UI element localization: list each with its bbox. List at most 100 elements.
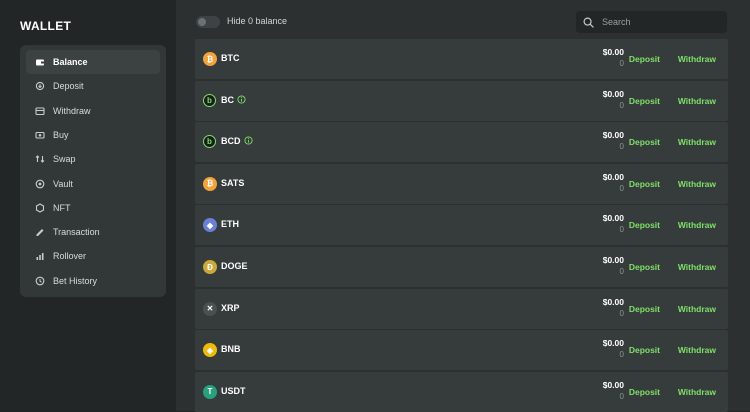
deposit-button[interactable]: Deposit bbox=[629, 304, 660, 314]
info-icon[interactable] bbox=[237, 95, 246, 104]
coin-row-usdt: T USDT $0.00 0 Deposit Withdraw bbox=[195, 371, 728, 412]
coin-amount: 0 bbox=[619, 59, 624, 68]
coin-amount: 0 bbox=[619, 350, 624, 360]
coin-usd-value: $0.00 bbox=[602, 213, 624, 224]
xrp-coin-icon: ✕ bbox=[203, 301, 217, 316]
deposit-button[interactable]: Deposit bbox=[629, 345, 660, 355]
coin-row-bc: b BC $0.00 0 Deposit Withdraw bbox=[195, 80, 728, 121]
sidebar-item-label: Withdraw bbox=[53, 105, 91, 116]
buy-icon bbox=[35, 130, 45, 140]
coin-row-bnb: ◈ BNB $0.00 0 Deposit Withdraw bbox=[195, 330, 728, 371]
balance-panel: Hide 0 balance ₿BTC$0.000DepositWithdraw… bbox=[176, 0, 750, 412]
coin-row-doge: Đ DOGE $0.00 0 Deposit Withdraw bbox=[195, 247, 728, 287]
sidebar-item-buy[interactable]: Buy bbox=[26, 123, 160, 147]
withdraw-button[interactable]: Withdraw bbox=[678, 179, 716, 189]
transaction-icon bbox=[35, 227, 45, 237]
btc-coin-icon: ₿ bbox=[203, 52, 217, 66]
coin-symbol: ETH bbox=[221, 219, 239, 230]
coin-usd-value: $0.00 bbox=[602, 88, 624, 99]
coin-amount: 0 bbox=[619, 391, 624, 401]
sidebar-item-balance[interactable]: Balance bbox=[26, 50, 160, 74]
withdraw-button[interactable]: Withdraw bbox=[678, 54, 716, 64]
withdraw-icon bbox=[35, 106, 45, 116]
coin-usd-value: $0.00 bbox=[602, 296, 624, 307]
bc-coin-icon: b bbox=[203, 93, 216, 107]
deposit-button[interactable]: Deposit bbox=[629, 220, 660, 230]
coin-row-eth: ◆ ETH $0.00 0 Deposit Withdraw bbox=[195, 205, 728, 246]
swap-icon bbox=[35, 154, 45, 164]
deposit-button[interactable]: Deposit bbox=[629, 179, 660, 189]
deposit-button[interactable]: Deposit bbox=[629, 96, 660, 106]
coin-symbol: BCD bbox=[221, 136, 241, 147]
coin-usd-value: $0.00 bbox=[602, 255, 624, 265]
rollover-icon bbox=[35, 251, 45, 261]
hide-zero-balance-label: Hide 0 balance bbox=[227, 16, 288, 26]
coin-symbol: BTC bbox=[221, 53, 240, 63]
withdraw-button[interactable]: Withdraw bbox=[678, 387, 716, 397]
coin-usd-value: $0.00 bbox=[602, 338, 624, 349]
coin-row-sats: ₿ SATS $0.00 0 Deposit Withdraw bbox=[195, 163, 728, 204]
sidebar-item-vault[interactable]: Vault bbox=[26, 172, 160, 196]
vault-icon bbox=[35, 179, 45, 189]
sidebar-item-withdraw[interactable]: Withdraw bbox=[26, 99, 160, 123]
sats-coin-icon: ₿ bbox=[203, 176, 217, 191]
coin-usd-value: $0.00 bbox=[602, 47, 624, 57]
coin-symbol: BC bbox=[221, 94, 234, 105]
sidebar-item-label: NFT bbox=[53, 202, 71, 213]
coin-usd-value: $0.00 bbox=[602, 130, 624, 141]
withdraw-button[interactable]: Withdraw bbox=[678, 262, 716, 272]
coin-symbol: XRP bbox=[221, 302, 240, 313]
search-input[interactable] bbox=[600, 16, 724, 28]
withdraw-button[interactable]: Withdraw bbox=[678, 345, 716, 355]
coin-symbol: USDT bbox=[221, 385, 246, 396]
toggle-knob bbox=[198, 18, 206, 26]
coin-row-xrp: ✕ XRP $0.00 0 Deposit Withdraw bbox=[195, 288, 728, 329]
coin-amount: 0 bbox=[619, 183, 624, 193]
sidebar-item-deposit[interactable]: Deposit bbox=[26, 74, 160, 98]
coin-usd-value: $0.00 bbox=[602, 379, 624, 390]
bet-history-icon bbox=[35, 276, 45, 286]
info-icon[interactable] bbox=[244, 136, 253, 145]
hide-zero-balance-toggle[interactable] bbox=[196, 16, 220, 28]
sidebar-item-label: Balance bbox=[53, 57, 88, 67]
sidebar-item-label: Transaction bbox=[53, 227, 100, 238]
sidebar-item-swap[interactable]: Swap bbox=[26, 147, 160, 171]
deposit-icon bbox=[35, 81, 45, 91]
sidebar-item-transaction[interactable]: Transaction bbox=[26, 220, 160, 244]
withdraw-button[interactable]: Withdraw bbox=[678, 137, 716, 147]
usdt-coin-icon: T bbox=[203, 384, 217, 399]
coin-symbol: DOGE bbox=[221, 261, 248, 271]
bcd-coin-icon: b bbox=[203, 135, 216, 149]
wallet-icon bbox=[35, 57, 45, 67]
search-box[interactable] bbox=[576, 11, 727, 33]
sidebar-item-label: Buy bbox=[53, 129, 69, 140]
sidebar-item-nft[interactable]: NFT bbox=[26, 196, 160, 220]
nft-icon bbox=[35, 203, 45, 213]
coin-symbol: BNB bbox=[221, 344, 241, 355]
wallet-title: WALLET bbox=[20, 19, 72, 33]
withdraw-button[interactable]: Withdraw bbox=[678, 220, 716, 230]
withdraw-button[interactable]: Withdraw bbox=[678, 96, 716, 106]
withdraw-button[interactable]: Withdraw bbox=[678, 304, 716, 314]
sidebar-item-label: Deposit bbox=[53, 81, 84, 92]
doge-coin-icon: Đ bbox=[203, 260, 217, 274]
coin-amount: 0 bbox=[619, 142, 624, 152]
sidebar-item-label: Swap bbox=[53, 154, 76, 165]
sidebar-item-bet-history[interactable]: Bet History bbox=[26, 269, 160, 293]
sidebar-item-label: Rollover bbox=[53, 251, 87, 262]
eth-coin-icon: ◆ bbox=[203, 218, 217, 233]
sidebar-item-label: Bet History bbox=[53, 275, 98, 286]
coin-row-bcd: b BCD $0.00 0 Deposit Withdraw bbox=[195, 122, 728, 163]
bnb-coin-icon: ◈ bbox=[203, 343, 217, 358]
coin-usd-value: $0.00 bbox=[602, 171, 624, 182]
deposit-button[interactable]: Deposit bbox=[629, 137, 660, 147]
deposit-button[interactable]: Deposit bbox=[629, 262, 660, 272]
sidebar-item-label: Vault bbox=[53, 178, 73, 189]
coin-row-btc: ₿ BTC $0.00 0 Deposit Withdraw bbox=[195, 39, 728, 79]
search-icon bbox=[583, 17, 594, 28]
coin-amount: 0 bbox=[619, 100, 624, 110]
wallet-sidebar: WALLET Balance Deposit Withdraw Buy Swap Vaul… bbox=[0, 0, 176, 411]
deposit-button[interactable]: Deposit bbox=[629, 54, 660, 64]
deposit-button[interactable]: Deposit bbox=[629, 387, 660, 397]
sidebar-item-rollover[interactable]: Rollover bbox=[26, 244, 160, 268]
